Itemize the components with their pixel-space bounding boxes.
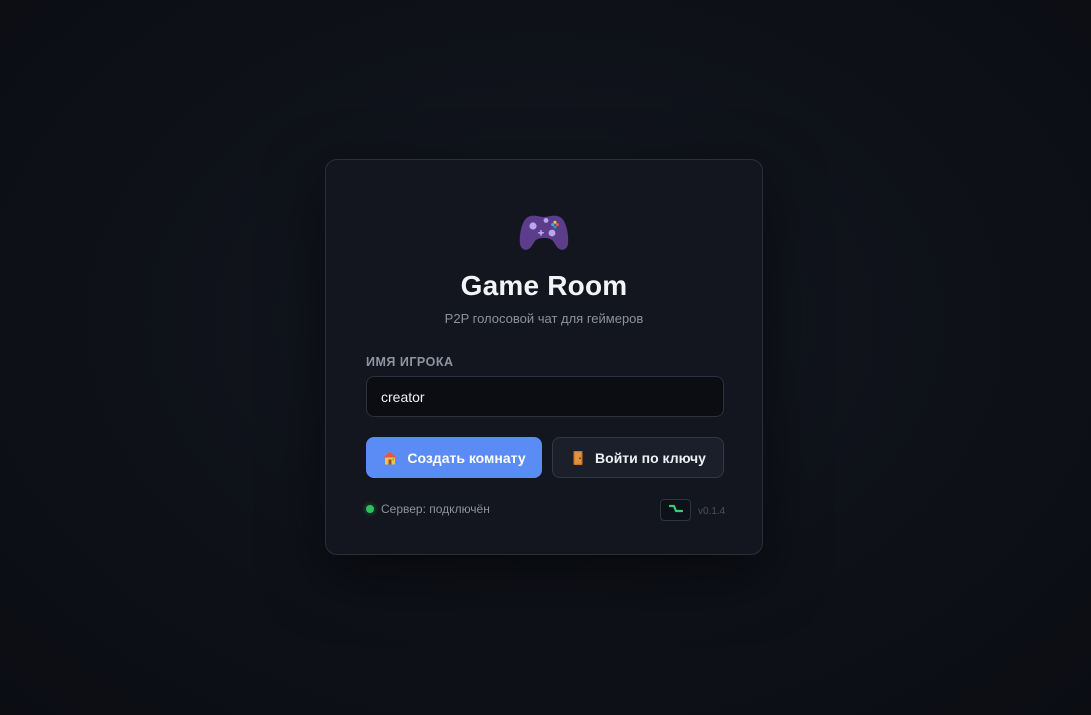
app-title: Game Room (460, 270, 628, 301)
create-room-button[interactable]: Создать комнату (366, 437, 542, 478)
server-status: Сервер: подключён (366, 502, 490, 516)
version-label: v0.1.4 (698, 506, 726, 517)
login-card: Game Room P2P голосовой чат для геймеров… (325, 159, 763, 555)
logo (326, 212, 762, 262)
app-subtitle: P2P голосовой чат для геймеров (444, 311, 644, 326)
create-room-label: Создать комнату (407, 449, 526, 466)
player-name-label: ИМЯ ИГРОКА (366, 355, 454, 369)
signal-icon (668, 501, 683, 519)
join-by-key-button[interactable]: Войти по ключу (552, 437, 724, 478)
status-dot (366, 505, 374, 513)
network-button[interactable] (660, 499, 691, 521)
door-icon (570, 450, 586, 466)
join-by-key-label: Войти по ключу (595, 449, 706, 466)
house-icon (382, 450, 398, 466)
gamepad-icon (518, 212, 570, 262)
server-status-text: Сервер: подключён (381, 502, 490, 516)
player-name-input[interactable] (366, 376, 724, 417)
